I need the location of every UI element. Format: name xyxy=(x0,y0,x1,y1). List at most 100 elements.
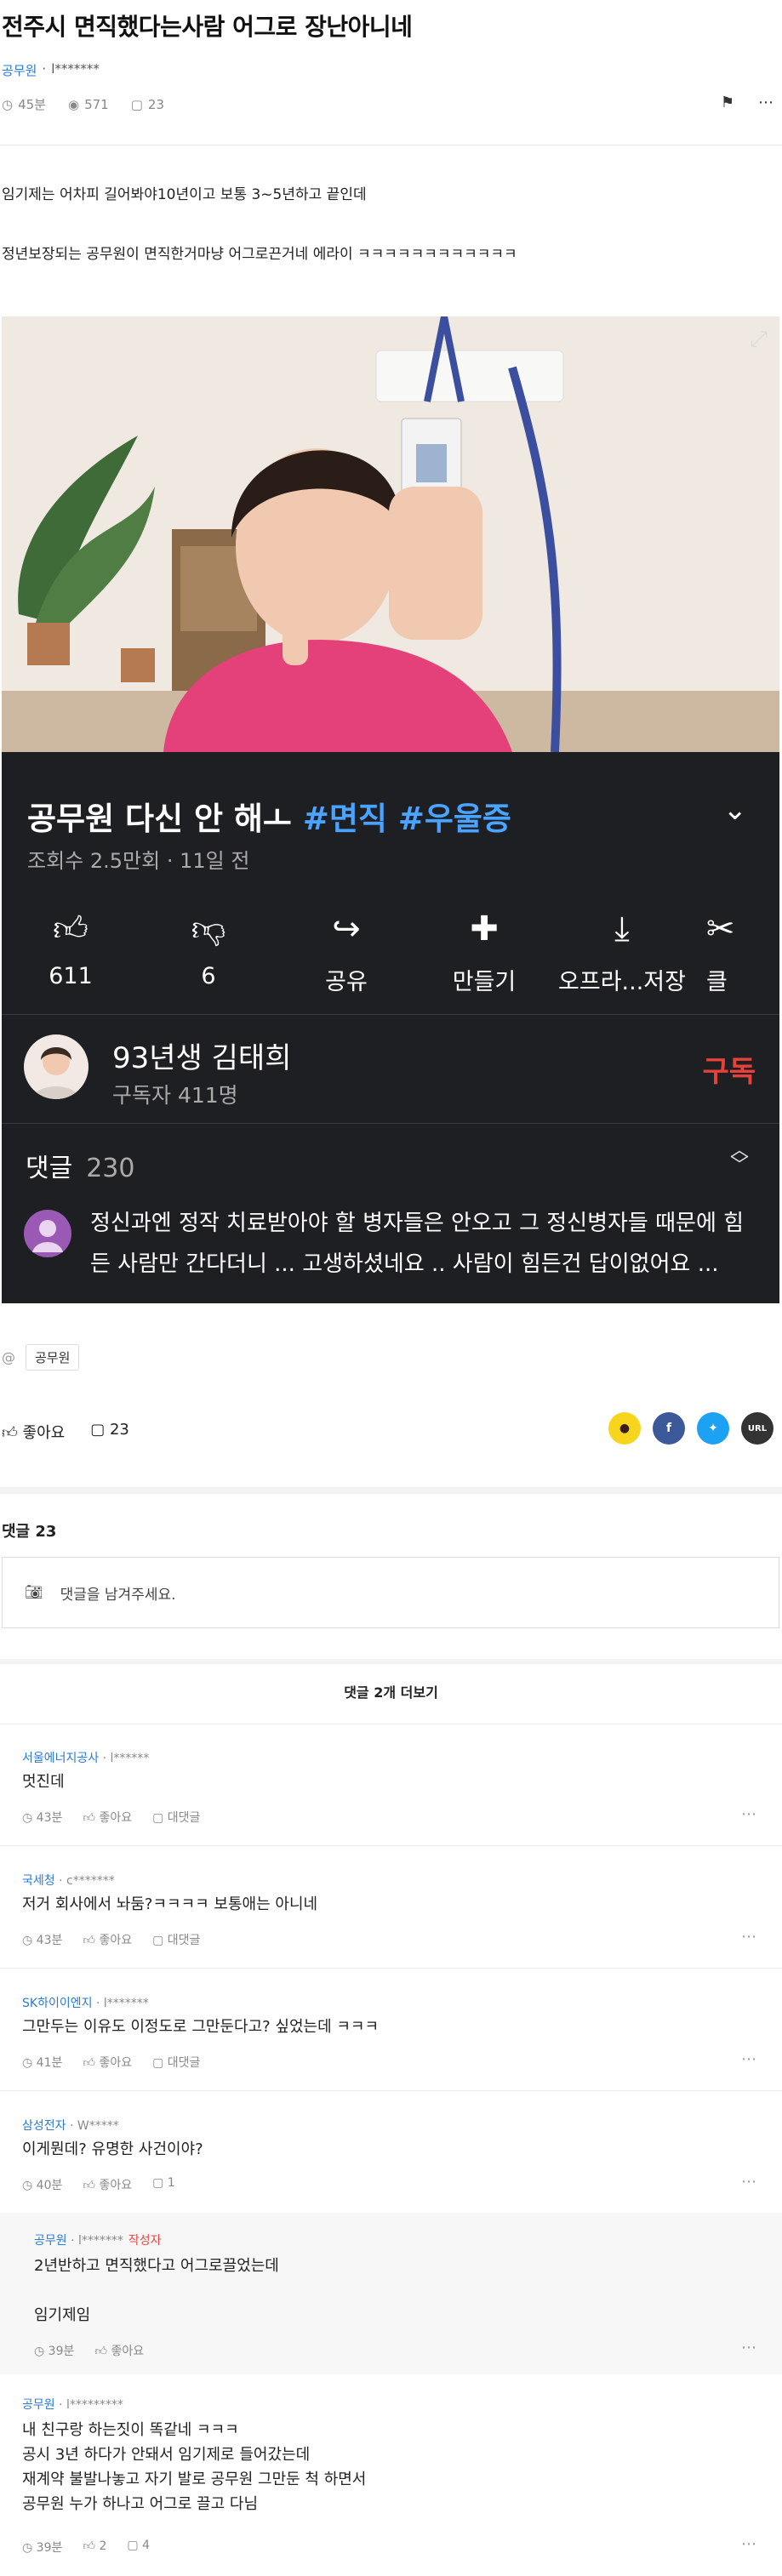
comment-meta: ◷ 39분 👍︎ 좋아요 xyxy=(34,2342,144,2359)
author-line: 공무원 · l******* xyxy=(2,61,100,79)
facebook-icon[interactable]: f xyxy=(653,1412,685,1445)
comment-company[interactable]: 서울에너지공사 xyxy=(22,1752,99,1765)
post-title: 전주시 면직했다는사람 어그로 장난아니네 xyxy=(2,13,413,41)
comment-line: 재계약 불발나놓고 자기 발로 공무원 그만둔 척 하면서 xyxy=(22,2471,367,2488)
more-menu-icon[interactable]: ⋯ xyxy=(758,94,773,111)
subscribe-button[interactable]: 구독 xyxy=(702,1048,756,1090)
chevron-down-icon[interactable]: ⌄ xyxy=(723,793,748,827)
comment-author: 삼성전자 · W***** xyxy=(22,2119,119,2133)
comment-more-icon[interactable]: ⋯ xyxy=(741,1805,756,1823)
author-name: l******* xyxy=(51,61,100,77)
comment-like-button[interactable]: 👍︎ 좋아요 xyxy=(83,2054,132,2071)
comment-author: 공무원 · l********* xyxy=(22,2398,123,2412)
video-download-button[interactable]: ⤓ 오프라...저장 xyxy=(553,903,691,996)
comment-reply-button[interactable]: ▢ 1 xyxy=(152,2176,175,2193)
comment-item: SK하이이엔지 · l******* 그만두는 이유도 이정도로 그만둔다고? … xyxy=(0,1969,782,2090)
comment-meta: ◷ 41분 👍︎ 좋아요 ▢ 대댓글 xyxy=(22,2054,200,2071)
comment-item: 서울에너지공사 · l****** 멋진데 ◷ 43분 👍︎ 좋아요 ▢ 대댓글… xyxy=(0,1724,782,1845)
like-label: 좋아요 xyxy=(22,1424,66,1442)
post-views: 571 xyxy=(84,96,109,112)
like-count: 611 xyxy=(49,963,93,989)
post-toolbar: ⚑ ⋯ xyxy=(721,94,773,111)
embedded-video-image[interactable]: ⤢ 공무원 다신 안 해ㅗ #면직 #우울증 ⌄ 조회수 2.5만회 · 11일… xyxy=(2,316,779,1303)
comment-reply-button[interactable]: ▢ 4 xyxy=(127,2539,150,2556)
comment-more-icon[interactable]: ⋯ xyxy=(741,1928,756,1946)
clock-icon: ◷ xyxy=(2,96,14,112)
video-clip-button[interactable]: ✂ 클 xyxy=(691,903,779,996)
comment-meta: ◷ 43분 👍︎ 좋아요 ▢ 대댓글 xyxy=(22,1809,200,1826)
comment-author-name: c******* xyxy=(66,1874,115,1888)
comment-meta: ◷ 39분 👍︎ 2 ▢ 4 xyxy=(22,2539,150,2556)
comment-count: 23 xyxy=(109,1421,129,1439)
comment-company[interactable]: 국세청 xyxy=(22,1874,55,1888)
channel-name[interactable]: 93년생 김태희 xyxy=(112,1034,291,1076)
comment-like-button[interactable]: 👍︎ 좋아요 xyxy=(83,2176,132,2193)
comment-body: 저거 회사에서 놔둠?ㅋㅋㅋㅋ 보통애는 아니네 xyxy=(22,1895,318,1913)
comments-header: 댓글 23 xyxy=(2,1523,57,1541)
expand-icon[interactable]: ⤢ xyxy=(750,327,768,353)
author-company[interactable]: 공무원 xyxy=(2,61,37,79)
eye-icon: ◉ xyxy=(67,96,80,112)
share-buttons: ● f ✦ URL xyxy=(608,1412,773,1445)
comment-reply-button[interactable]: ▢ 대댓글 xyxy=(152,1809,200,1826)
comment-company[interactable]: 공무원 xyxy=(34,2234,67,2248)
bookmark-icon[interactable]: ⚑ xyxy=(721,94,734,111)
more-comments-button[interactable]: 댓글 2개 더보기 xyxy=(0,1681,782,1701)
video-comments-header[interactable]: 댓글 230 xyxy=(26,1147,134,1184)
reply-body-line-1: 2년반하고 면직했다고 어그로끌었는데 xyxy=(34,2257,279,2275)
video-hashtag-2[interactable]: #우울증 xyxy=(398,801,511,837)
comment-like-button[interactable]: 👍︎ 좋아요 xyxy=(94,2342,144,2359)
camera-icon[interactable]: 📷︎ xyxy=(25,1584,43,1601)
video-remix-button[interactable]: ✚ 만들기 xyxy=(415,903,553,996)
twitter-icon[interactable]: ✦ xyxy=(697,1412,729,1445)
url-copy-button[interactable]: URL xyxy=(741,1412,773,1445)
post-time: 45분 xyxy=(18,97,46,112)
writer-badge: 작성자 xyxy=(128,2234,162,2248)
like-button[interactable]: 👍︎ 좋아요 xyxy=(2,1421,65,1443)
comment-reply-button[interactable]: ▢ 대댓글 xyxy=(152,2054,200,2071)
video-divider xyxy=(2,1123,779,1124)
section-divider xyxy=(0,1659,782,1664)
comment-reply-button[interactable]: ▢ 대댓글 xyxy=(152,1931,200,1948)
comment-company[interactable]: 삼성전자 xyxy=(22,2119,66,2133)
post-meta: ◷ 45분 ◉ 571 ▢ 23 xyxy=(2,95,164,113)
comment-author-name: W***** xyxy=(77,2119,119,2133)
comment-time: ◷ 41분 xyxy=(22,2056,63,2070)
comment-author: SK하이이엔지 · l******* xyxy=(22,1997,149,2010)
comment-more-icon[interactable]: ⋯ xyxy=(741,2173,756,2191)
expand-arrows-icon[interactable]: ︿ ﹀ xyxy=(730,1142,749,1176)
tag-pill[interactable]: 공무원 xyxy=(26,1344,80,1371)
comment-more-icon[interactable]: ⋯ xyxy=(741,2050,756,2068)
video-top-comment: 정신과엔 정작 치료받아야 할 병자들은 안오고 그 정신병자들 때문에 힘든 … xyxy=(90,1211,745,1277)
comment-like-button[interactable]: 👍︎ 좋아요 xyxy=(83,1809,132,1826)
comment-like-button[interactable]: 👍︎ 좋아요 xyxy=(83,1931,132,1948)
comment-company[interactable]: SK하이이엔지 xyxy=(22,1997,92,2010)
comment-like-button[interactable]: 👍︎ 2 xyxy=(83,2539,106,2556)
kakao-icon[interactable]: ● xyxy=(608,1412,641,1445)
comment-more-icon[interactable]: ⋯ xyxy=(741,2535,756,2553)
comment-body: 멋진데 xyxy=(22,1773,65,1791)
channel-avatar[interactable] xyxy=(24,1034,88,1099)
section-divider xyxy=(0,1487,782,1494)
video-title: 공무원 다신 안 해ㅗ #면직 #우울증 xyxy=(27,793,511,839)
video-dislike-button[interactable]: 👎︎ 6 xyxy=(140,903,277,996)
comment-time: ◷ 39분 xyxy=(22,2541,63,2555)
time-meta: ◷ 45분 xyxy=(2,95,46,113)
comment-more-icon[interactable]: ⋯ xyxy=(741,2339,756,2357)
video-hashtag-1[interactable]: #면직 xyxy=(303,801,387,837)
comment-company[interactable]: 공무원 xyxy=(22,2398,55,2412)
video-share-button[interactable]: ↪ 공유 xyxy=(277,903,415,996)
comment-button[interactable]: ▢ 23 xyxy=(90,1421,129,1443)
video-like-button[interactable]: 👍︎ 611 xyxy=(2,903,140,996)
comment-body: 이게뭔데? 유명한 사건이야? xyxy=(22,2140,203,2158)
comment-line: 공무원 누가 하나고 어그로 끌고 다님 xyxy=(22,2495,259,2513)
comment-body: 그만두는 이유도 이정도로 그만둔다고? 싶었는데 ㅋㅋㅋ xyxy=(22,2018,380,2036)
comment-input[interactable]: 📷︎ 댓글을 남겨주세요. xyxy=(2,1557,779,1628)
post-tags: @ 공무원 xyxy=(2,1344,80,1371)
post-action-bar: 👍︎ 좋아요 ▢ 23 xyxy=(2,1421,129,1443)
comment-reply-item: 공무원 · l******* 작성자 2년반하고 면직했다고 어그로끌었는데 임기… xyxy=(0,2213,782,2374)
speech-bubble-icon: ▢ xyxy=(130,96,143,112)
remix-icon: ✚ xyxy=(470,909,499,949)
thumb-up-icon: 👍︎ xyxy=(53,909,88,949)
comment-line: 공시 3년 하다가 안돼서 임기제로 들어갔는데 xyxy=(22,2446,311,2464)
